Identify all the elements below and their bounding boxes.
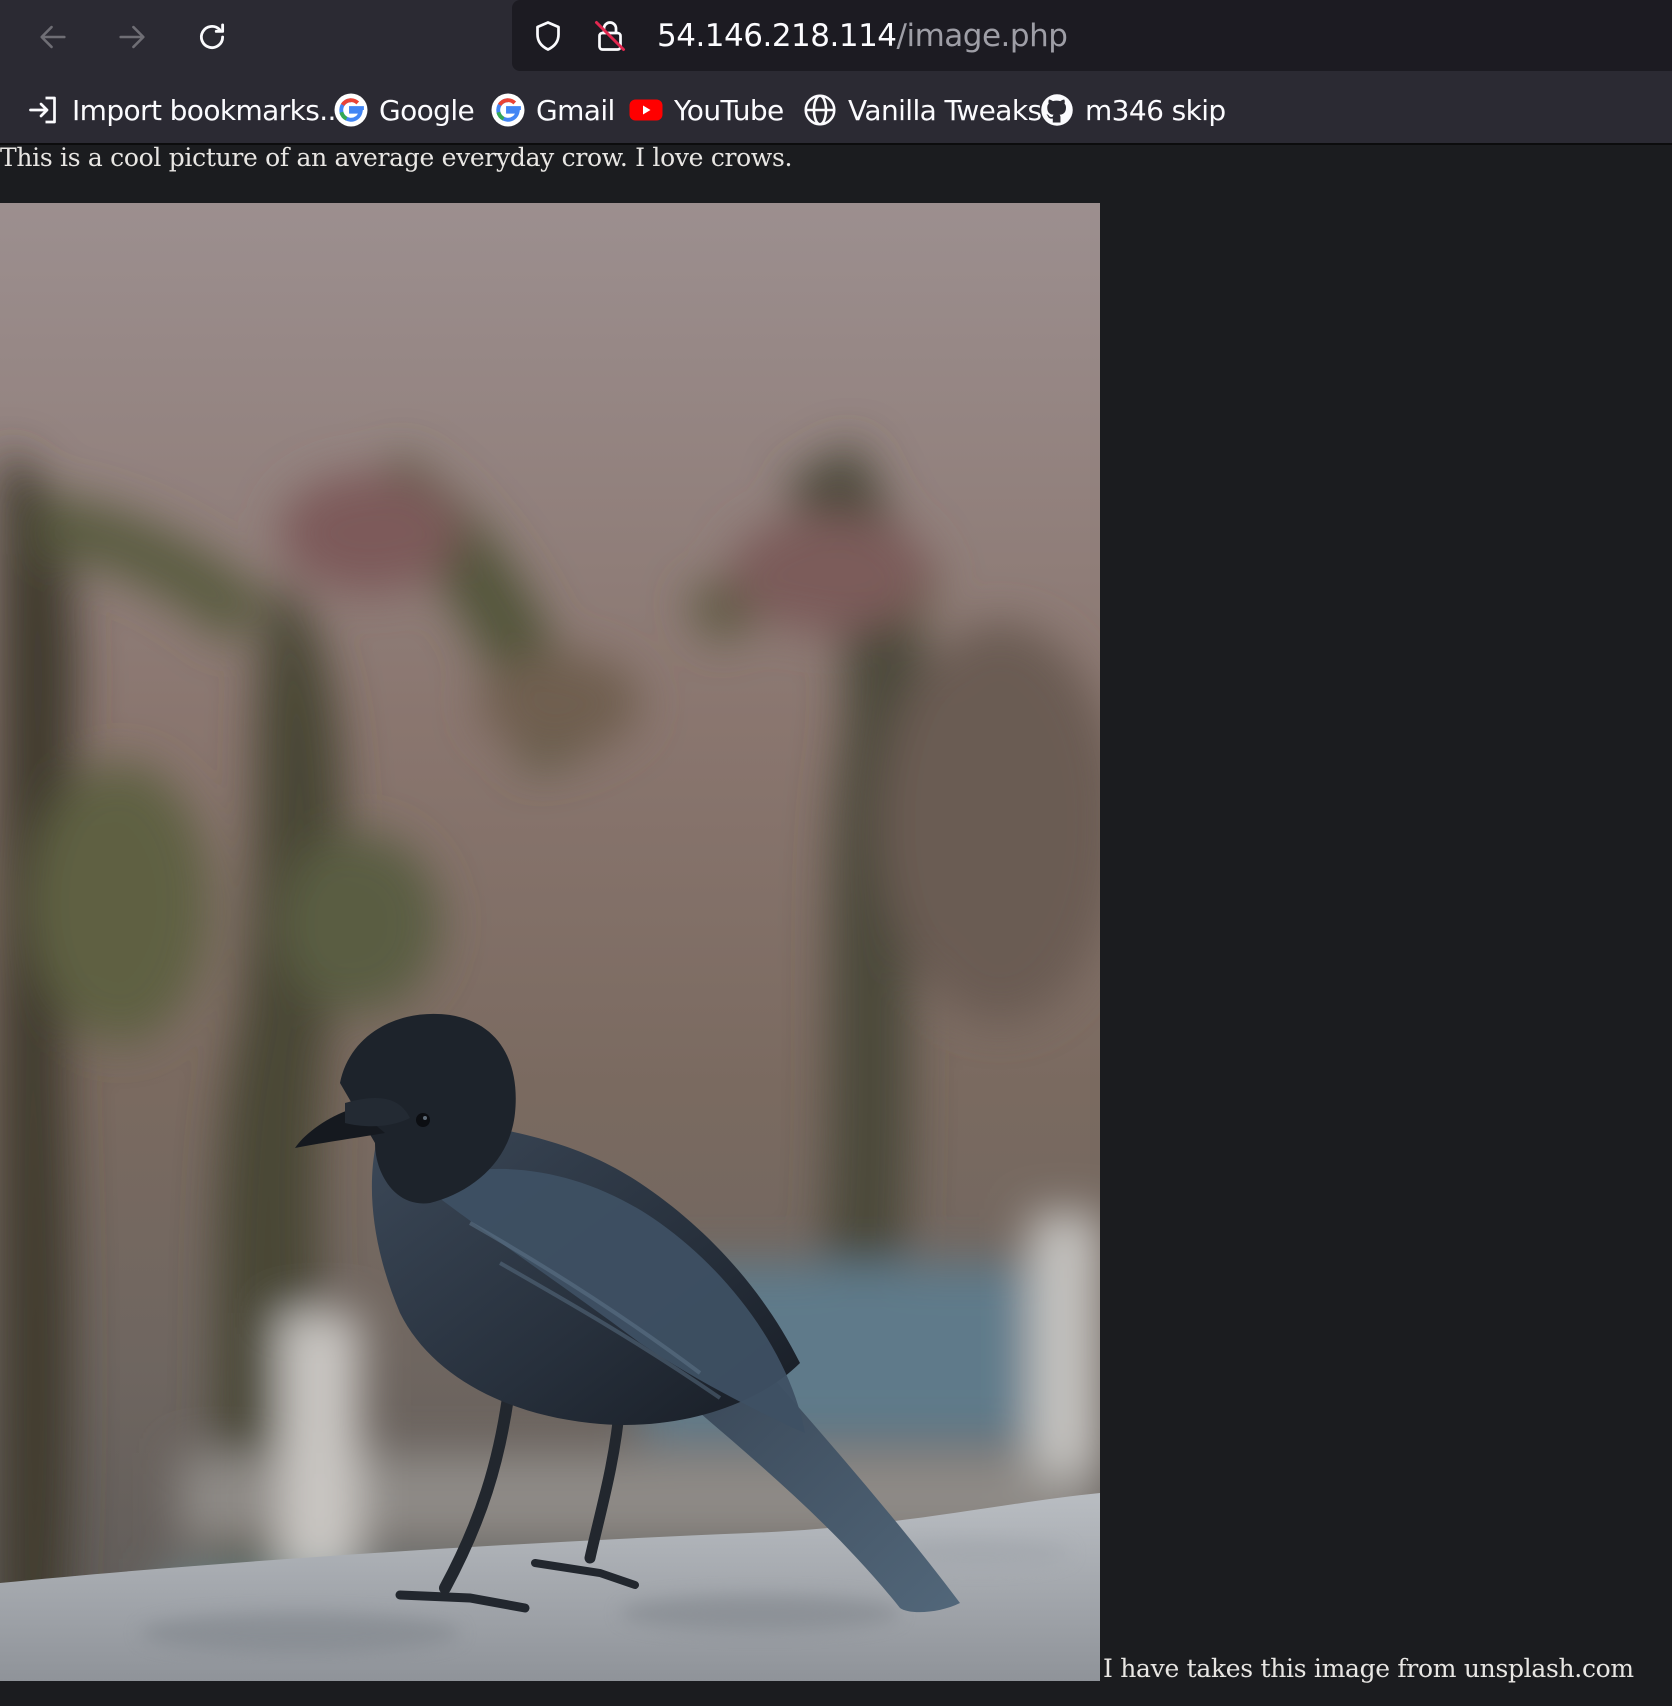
bookmark-youtube[interactable]: YouTube (628, 92, 784, 128)
bookmark-label: Google (379, 93, 475, 127)
bookmark-label: YouTube (674, 93, 784, 127)
arrow-right-icon (119, 25, 145, 49)
crow-photo (0, 203, 1100, 1681)
bookmark-label: Gmail (536, 93, 615, 127)
google-icon (334, 93, 368, 127)
bookmark-label: m346 skip (1085, 93, 1226, 127)
reload-icon (200, 23, 225, 50)
github-icon (1041, 94, 1073, 126)
address-bar[interactable]: 54.146.218.114/image.php (512, 0, 1672, 71)
insecure-lock-icon[interactable] (592, 18, 628, 54)
youtube-icon (629, 99, 663, 121)
crow-illustration (0, 203, 1100, 1681)
globe-icon (804, 94, 836, 126)
credit-text: I have takes this image from unsplash.co… (1103, 1654, 1634, 1683)
url-text[interactable]: 54.146.218.114/image.php (657, 18, 1068, 54)
bookmark-label: Vanilla Tweaks (848, 93, 1042, 127)
url-host: 54.146.218.114 (657, 18, 897, 54)
google-icon (491, 93, 525, 127)
forward-button[interactable] (104, 12, 160, 62)
bookmark-gmail[interactable]: Gmail (490, 92, 615, 128)
bookmarks-toolbar: Import bookmarks... Google Gmail YouTube (0, 75, 1672, 145)
bookmark-import[interactable]: Import bookmarks... (26, 92, 345, 128)
import-icon (29, 96, 56, 124)
navigation-toolbar: 54.146.218.114/image.php (0, 0, 1672, 75)
bookmark-label: Import bookmarks... (72, 93, 345, 127)
bookmark-google[interactable]: Google (333, 92, 475, 128)
arrow-left-icon (40, 25, 66, 49)
back-button[interactable] (25, 12, 81, 62)
bookmark-m346-skip[interactable]: m346 skip (1039, 92, 1226, 128)
url-path: /image.php (896, 18, 1068, 54)
shield-icon[interactable] (530, 18, 566, 54)
intro-text: This is a cool picture of an average eve… (0, 143, 793, 172)
bookmark-vanilla-tweaks[interactable]: Vanilla Tweaks (802, 92, 1042, 128)
reload-button[interactable] (184, 12, 240, 62)
